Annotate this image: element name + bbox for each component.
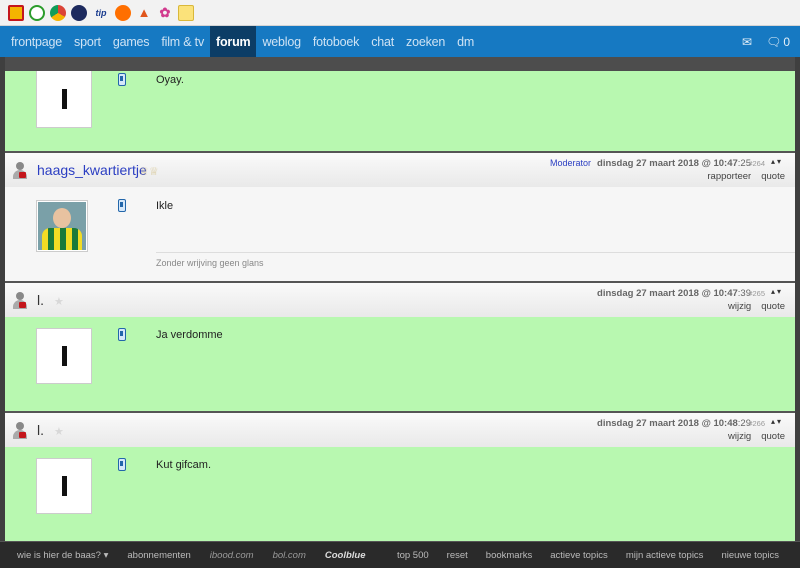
crown-icon: ♕♕ — [139, 166, 159, 178]
footer-coolblue[interactable]: Coolblue — [325, 550, 366, 561]
post-number[interactable]: #266 — [748, 419, 765, 428]
post-header: l. ★ dinsdag 27 maart 2018 @ 10:48:29 #2… — [5, 411, 795, 447]
post-date: dinsdag 27 maart 2018 @ 10:47:25 — [597, 158, 751, 169]
post-message: Ja verdomme — [156, 329, 223, 341]
footer-nieuwe-topics[interactable]: nieuwe topics — [721, 550, 779, 561]
nav-weblog[interactable]: weblog — [256, 26, 306, 57]
post-body: Ikle Zonder wrijving geen glans — [5, 187, 795, 281]
post-actions: wijzig quote — [728, 301, 785, 312]
user-icon — [13, 292, 27, 309]
footer-ibood[interactable]: ibood.com — [210, 550, 254, 561]
nav-games[interactable]: games — [107, 26, 156, 57]
footer-who-is-boss[interactable]: wie is hier de baas? ▾ — [17, 550, 108, 561]
post-body: Kut gifcam. — [5, 447, 795, 541]
chat-bubble-icon[interactable]: 🗨 0 — [766, 35, 790, 49]
star-icon: ★ — [54, 296, 64, 308]
site-nav: frontpage sport games film & tv forum we… — [0, 26, 800, 57]
post-date: dinsdag 27 maart 2018 @ 10:47:39 — [597, 288, 751, 299]
nav-frontpage[interactable]: frontpage — [5, 26, 68, 57]
post-body: Oyay. — [5, 71, 795, 151]
bookmark-a-icon[interactable] — [8, 4, 24, 21]
nav-dm[interactable]: dm — [451, 26, 480, 57]
username[interactable]: l. — [37, 422, 44, 438]
signature: Zonder wrijving geen glans — [156, 258, 264, 268]
sort-arrows-icon[interactable]: ▴▾ — [771, 157, 783, 166]
quote-link[interactable]: quote — [761, 171, 785, 182]
signature-divider — [156, 252, 795, 253]
footer-top-500[interactable]: top 500 — [397, 550, 429, 561]
chat-count: 0 — [783, 34, 790, 49]
post-actions: rapporteer quote — [707, 171, 785, 182]
mail-icon[interactable]: ✉ — [742, 35, 752, 49]
avatar[interactable] — [36, 200, 88, 252]
role-label: Moderator — [549, 158, 591, 168]
footer-mijn-actieve-topics[interactable]: mijn actieve topics — [626, 550, 704, 561]
folder-icon[interactable] — [178, 4, 194, 21]
post-number[interactable]: #264 — [748, 159, 765, 168]
nav-film-tv[interactable]: film & tv — [155, 26, 210, 57]
nav-chat[interactable]: chat — [365, 26, 400, 57]
post-actions: wijzig quote — [728, 431, 785, 442]
torch-icon[interactable]: ▲ — [136, 5, 152, 21]
forum-topic: Oyay. haags_kwartiertje ♕♕ Moderator din… — [5, 57, 795, 541]
clock-icon[interactable] — [29, 4, 45, 21]
circle-logo-icon[interactable] — [71, 4, 87, 21]
footer-bookmarks[interactable]: bookmarks — [486, 550, 532, 561]
avatar[interactable] — [36, 328, 92, 384]
mobile-icon — [118, 458, 126, 471]
mobile-icon — [118, 199, 126, 212]
edit-link[interactable]: wijzig — [728, 301, 751, 312]
post-header: l. ★ dinsdag 27 maart 2018 @ 10:47:39 #2… — [5, 281, 795, 317]
orange-logo-icon[interactable] — [115, 4, 131, 21]
nav-fotoboek[interactable]: fotoboek — [307, 26, 365, 57]
post-header: haags_kwartiertje ♕♕ Moderator dinsdag 2… — [5, 151, 795, 187]
quote-link[interactable]: quote — [761, 301, 785, 312]
footer-abonnementen[interactable]: abonnementen — [127, 550, 190, 561]
mobile-icon — [118, 328, 126, 341]
chrome-icon[interactable] — [50, 4, 66, 21]
post-number[interactable]: #265 — [748, 289, 765, 298]
quote-link[interactable]: quote — [761, 431, 785, 442]
avatar[interactable] — [36, 458, 92, 514]
post-date: dinsdag 27 maart 2018 @ 10:48:29 — [597, 418, 751, 429]
bookmarks-bar: tip ▲ ✿ — [0, 0, 800, 26]
flower-icon[interactable]: ✿ — [157, 5, 173, 21]
avatar[interactable] — [36, 71, 92, 128]
sort-arrows-icon[interactable]: ▴▾ — [771, 287, 783, 296]
post-message: Ikle — [156, 200, 174, 212]
divider — [5, 57, 795, 71]
tip-logo-icon[interactable]: tip — [92, 5, 110, 21]
edit-link[interactable]: wijzig — [728, 431, 751, 442]
username[interactable]: l. — [37, 292, 44, 308]
forum-post: haags_kwartiertje ♕♕ Moderator dinsdag 2… — [5, 151, 795, 281]
footer-reset[interactable]: reset — [447, 550, 468, 561]
forum-post: l. ★ dinsdag 27 maart 2018 @ 10:47:39 #2… — [5, 281, 795, 411]
footer-actieve-topics[interactable]: actieve topics — [550, 550, 608, 561]
post-body: Ja verdomme — [5, 317, 795, 411]
mobile-icon — [118, 73, 126, 86]
sort-arrows-icon[interactable]: ▴▾ — [771, 417, 783, 426]
report-link[interactable]: rapporteer — [707, 171, 751, 182]
user-icon — [13, 162, 27, 179]
forum-post: l. ★ dinsdag 27 maart 2018 @ 10:48:29 #2… — [5, 411, 795, 541]
nav-forum[interactable]: forum — [210, 26, 257, 57]
nav-zoeken[interactable]: zoeken — [400, 26, 451, 57]
user-icon — [13, 422, 27, 439]
footer-bar: wie is hier de baas? ▾ abonnementen iboo… — [0, 541, 800, 568]
post-message: Kut gifcam. — [156, 459, 212, 471]
star-icon: ★ — [54, 426, 64, 438]
footer-bol[interactable]: bol.com — [273, 550, 306, 561]
username[interactable]: haags_kwartiertje — [37, 162, 147, 178]
post-message: Oyay. — [156, 74, 184, 86]
nav-sport[interactable]: sport — [68, 26, 107, 57]
forum-post: Oyay. — [5, 71, 795, 151]
